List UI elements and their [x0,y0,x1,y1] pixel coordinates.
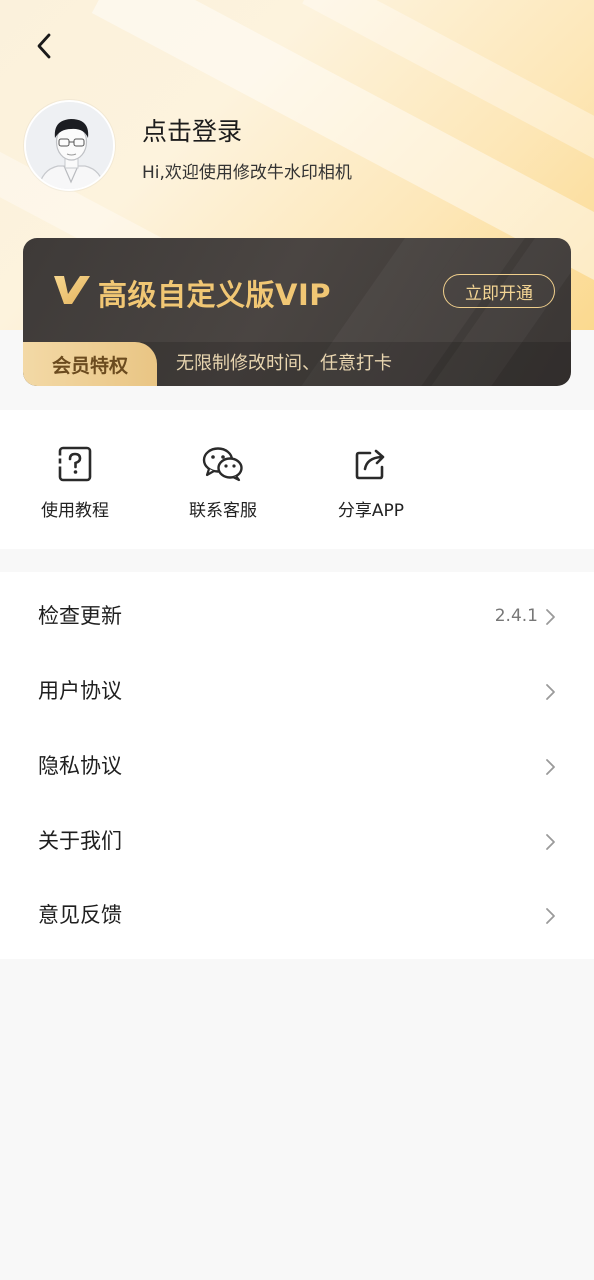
tutorial-label: 使用教程 [41,501,109,521]
chevron-right-icon [546,908,555,924]
user-agreement-row[interactable]: 用户协议 [0,654,594,729]
check-update-row[interactable]: 检查更新 2.4.1 [0,579,594,654]
wechat-icon [202,447,243,482]
customer-service-label: 联系客服 [189,501,257,521]
chevron-left-icon [37,33,51,59]
feedback-label: 意见反馈 [38,903,122,927]
about-us-label: 关于我们 [38,829,122,853]
help-document-icon [57,446,92,482]
share-app-label: 分享APP [337,501,405,521]
chevron-right-icon [546,609,555,625]
login-title[interactable]: 点击登录 [142,112,242,148]
vip-privilege-description: 无限制修改时间、任意打卡 [176,353,392,374]
vip-privilege-bar: 会员特权 无限制修改时间、任意打卡 [23,342,571,386]
chevron-right-icon [546,759,555,775]
tutorial-button[interactable]: 使用教程 [15,444,135,521]
privacy-policy-row[interactable]: 隐私协议 [0,729,594,804]
check-update-label: 检查更新 [38,604,122,628]
profile-page: 点击登录 Hi,欢迎使用修改牛水印相机 高级自定义版VIP 立即开通 会员特权 … [0,0,594,1280]
vip-open-button[interactable]: 立即开通 [443,274,555,308]
privacy-policy-label: 隐私协议 [38,754,122,778]
version-value: 2.4.1 [494,606,538,626]
about-us-row[interactable]: 关于我们 [0,804,594,879]
share-app-button[interactable]: 分享APP [311,444,431,521]
vip-privilege-tag: 会员特权 [23,342,157,386]
avatar[interactable] [24,100,115,191]
v-logo-icon [54,276,90,304]
user-agreement-label: 用户协议 [38,679,122,703]
feedback-row[interactable]: 意见反馈 [0,878,594,953]
share-icon [355,449,385,480]
chevron-right-icon [546,684,555,700]
vip-card[interactable]: 高级自定义版VIP 立即开通 会员特权 无限制修改时间、任意打卡 [23,238,571,386]
back-button[interactable] [26,28,62,64]
user-avatar-icon [26,102,113,189]
login-subtitle: Hi,欢迎使用修改牛水印相机 [142,163,352,183]
customer-service-button[interactable]: 联系客服 [163,444,283,521]
vip-title: 高级自定义版VIP [98,278,331,312]
quick-actions: 使用教程 联系客服 分享APP [0,410,594,549]
chevron-right-icon [546,834,555,850]
settings-list: 检查更新 2.4.1 用户协议 隐私协议 关于我们 意见反馈 [0,572,594,959]
